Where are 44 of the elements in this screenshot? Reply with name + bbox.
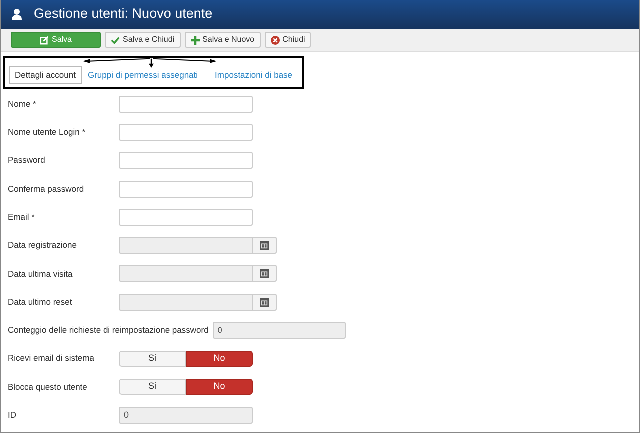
toggle-option[interactable]: No bbox=[186, 350, 253, 367]
field-label: Conteggio delle richieste di reimpostazione password bbox=[8, 324, 209, 337]
calendar-icon bbox=[260, 298, 269, 307]
user-icon bbox=[12, 9, 22, 20]
toolbar-button[interactable]: Chiudi bbox=[264, 32, 312, 48]
field-label: Data ultima visita bbox=[8, 268, 74, 280]
date-field[interactable] bbox=[119, 294, 253, 311]
toggle-option[interactable]: No bbox=[186, 379, 253, 396]
calendar-button[interactable] bbox=[253, 265, 277, 282]
calendar-button[interactable] bbox=[253, 237, 277, 254]
field-label: Blocca questo utente bbox=[8, 380, 88, 394]
field-label: Conferma password bbox=[8, 182, 86, 196]
text-field[interactable] bbox=[119, 208, 253, 226]
text-field[interactable] bbox=[119, 124, 253, 141]
id-field[interactable]: 0 bbox=[119, 406, 253, 424]
text-field[interactable] bbox=[119, 180, 253, 198]
edit-icon bbox=[40, 36, 49, 44]
tab[interactable]: Dettagli account bbox=[9, 66, 82, 84]
calendar-icon bbox=[260, 241, 269, 250]
field-label: Nome * bbox=[8, 98, 38, 111]
date-field[interactable] bbox=[119, 237, 253, 254]
field-label: Data ultimo reset bbox=[8, 296, 74, 309]
text-field[interactable] bbox=[119, 96, 253, 113]
check-icon bbox=[111, 36, 120, 44]
window-title: Gestione utenti: Nuovo utente bbox=[34, 5, 213, 24]
field-label: ID bbox=[8, 409, 18, 422]
plus-icon bbox=[190, 36, 200, 44]
calendar-icon bbox=[260, 269, 269, 278]
date-field[interactable] bbox=[119, 265, 253, 282]
count-field[interactable]: 0 bbox=[212, 322, 346, 340]
field-label: Email * bbox=[8, 210, 36, 224]
field-label: Ricevi email di sistema bbox=[8, 352, 96, 366]
tab[interactable]: Gruppi di permessi assegnati bbox=[82, 66, 204, 84]
field-label: Data registrazione bbox=[8, 239, 78, 252]
toggle-option[interactable]: Si bbox=[119, 379, 186, 396]
calendar-button[interactable] bbox=[253, 294, 277, 311]
text-field[interactable] bbox=[119, 152, 253, 170]
toolbar-button[interactable]: Salva e Nuovo bbox=[184, 32, 261, 48]
close-icon bbox=[270, 36, 280, 44]
toggle-option[interactable]: Si bbox=[119, 350, 186, 367]
field-label: Nome utente Login * bbox=[8, 126, 86, 139]
toolbar-button[interactable]: Salva e Chiudi bbox=[105, 32, 181, 48]
field-label: Password bbox=[8, 154, 46, 168]
tab[interactable]: Impostazioni di base bbox=[210, 66, 298, 84]
